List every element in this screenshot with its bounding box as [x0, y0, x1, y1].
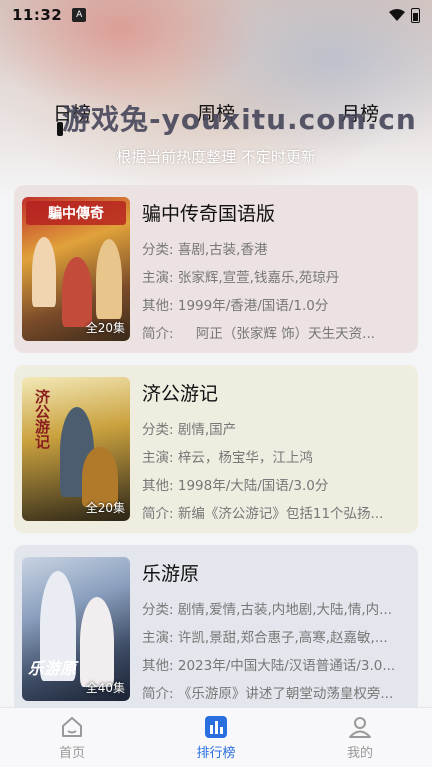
wifi-icon — [389, 9, 405, 21]
list-item[interactable]: 騙中傳奇 全20集 骗中传奇国语版 分类: 喜剧,古装,香港 主演: 张家辉,宣… — [14, 185, 418, 353]
cast-value: 许凯,景甜,郑合惠子,高寒,赵嘉敏,... — [177, 630, 388, 646]
nav-ranking-label: 排行榜 — [196, 746, 236, 761]
category-label: 分类: — [142, 422, 174, 438]
item-title: 乐游原 — [142, 563, 200, 585]
intro-label: 简介: — [142, 686, 174, 701]
ranking-icon — [205, 716, 227, 738]
item-title: 济公游记 — [142, 383, 219, 405]
poster-image: 乐游原 全40集 — [22, 557, 130, 701]
episode-badge: 全40集 — [85, 681, 125, 695]
list-item[interactable]: 乐游原 全40集 乐游原 分类: 剧情,爱情,古装,内地剧,大陆,情,内... … — [14, 545, 418, 713]
other-value: 1999年/香港/国语/1.0分 — [177, 298, 329, 314]
other-label: 其他: — [142, 478, 174, 494]
episode-badge: 全20集 — [85, 501, 125, 515]
item-info: 骗中传奇国语版 分类: 喜剧,古装,香港 主演: 张家辉,宣萱,钱嘉乐,苑琼丹 … — [142, 197, 410, 341]
status-bar: 11:32 A — [0, 0, 432, 30]
item-info: 济公游记 分类: 剧情,国产 主演: 梓云，杨宝华，江上鸿 其他: 1998年/… — [142, 377, 410, 521]
intro-value: 新编《济公游记》包括11个弘扬... — [177, 506, 384, 521]
nav-home[interactable]: 首页 — [27, 714, 117, 761]
cast-label: 主演: — [142, 270, 174, 286]
item-info: 乐游原 分类: 剧情,爱情,古装,内地剧,大陆,情,内... 主演: 许凯,景甜… — [142, 557, 410, 701]
intro-value: 《乐游原》讲述了朝堂动荡皇权旁... — [177, 686, 394, 701]
category-value: 剧情,爱情,古装,内地剧,大陆,情,内... — [177, 602, 392, 618]
intro-label: 简介: — [142, 326, 174, 341]
intro-value: 阿正（张家辉 饰）天生天资... — [195, 326, 376, 341]
poster-title: 济公游记 — [33, 389, 51, 449]
other-value: 1998年/大陆/国语/3.0分 — [177, 478, 329, 494]
nav-home-label: 首页 — [58, 746, 85, 761]
category-value: 喜剧,古装,香港 — [177, 242, 268, 258]
status-time: 11:32 — [12, 6, 63, 24]
other-label: 其他: — [142, 658, 174, 674]
battery-icon — [411, 7, 420, 23]
item-title: 骗中传奇国语版 — [142, 203, 276, 225]
ranking-subtitle: 根据当前热度整理 不定时更新 — [116, 148, 316, 166]
category-label: 分类: — [142, 602, 174, 618]
poster-image: 济公游记 全20集 — [22, 377, 130, 521]
intro-label: 简介: — [142, 506, 174, 521]
cast-value: 张家辉,宣萱,钱嘉乐,苑琼丹 — [177, 270, 340, 286]
notification-icon: A — [72, 8, 87, 22]
cast-value: 梓云，杨宝华，江上鸿 — [177, 450, 313, 466]
nav-profile-label: 我的 — [346, 746, 373, 761]
category-value: 剧情,国产 — [177, 422, 237, 438]
category-label: 分类: — [142, 242, 174, 258]
episode-badge: 全20集 — [85, 321, 125, 335]
poster-title: 乐游原 — [28, 659, 77, 678]
poster-image: 騙中傳奇 全20集 — [22, 197, 130, 341]
nav-profile[interactable]: 我的 — [315, 714, 405, 761]
other-label: 其他: — [142, 298, 174, 314]
nav-ranking[interactable]: 排行榜 — [171, 714, 261, 761]
list-item[interactable]: 济公游记 全20集 济公游记 分类: 剧情,国产 主演: 梓云，杨宝华，江上鸿 … — [14, 365, 418, 533]
cast-label: 主演: — [142, 630, 174, 646]
watermark: 游戏兔-youxitu.com.cn — [62, 103, 417, 136]
other-value: 2023年/中国大陆/汉语普通话/3.0... — [177, 658, 396, 674]
poster-title: 騙中傳奇 — [26, 201, 126, 225]
ranking-list: 騙中傳奇 全20集 骗中传奇国语版 分类: 喜剧,古装,香港 主演: 张家辉,宣… — [14, 185, 418, 725]
cast-label: 主演: — [142, 450, 174, 466]
profile-icon — [349, 717, 371, 738]
bottom-navigation: 首页 排行榜 我的 — [0, 707, 432, 767]
home-icon — [62, 717, 82, 737]
